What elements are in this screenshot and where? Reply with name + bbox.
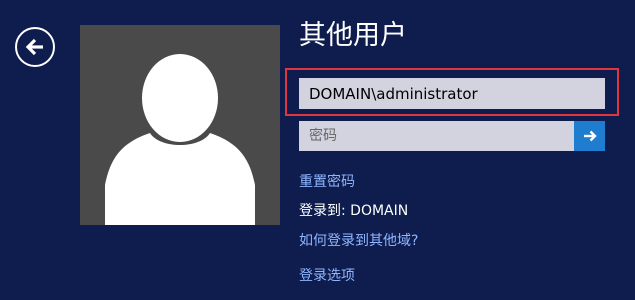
user-silhouette-icon: [105, 54, 255, 225]
reset-password-link[interactable]: 重置密码: [299, 173, 355, 191]
back-button[interactable]: [15, 27, 55, 67]
avatar: [80, 25, 280, 225]
page-title: 其他用户: [299, 20, 407, 51]
signin-to-text: 登录到: DOMAIN: [299, 202, 408, 220]
password-input[interactable]: [299, 121, 574, 151]
other-domain-link[interactable]: 如何登录到其他域?: [299, 232, 418, 250]
signin-to-label: 登录到:: [299, 203, 346, 219]
signin-to-domain: DOMAIN: [350, 203, 409, 219]
right-arrow-icon: [583, 130, 597, 142]
signin-options-link[interactable]: 登录选项: [299, 267, 355, 285]
back-arrow-icon: [25, 38, 43, 56]
submit-button[interactable]: [574, 121, 605, 151]
username-input[interactable]: [299, 78, 605, 109]
